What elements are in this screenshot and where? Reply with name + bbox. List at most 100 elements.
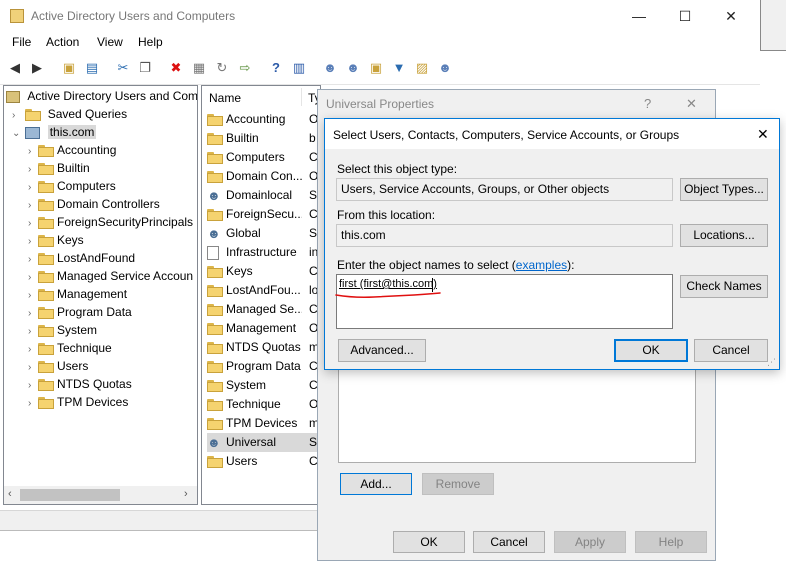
folder-icon — [38, 324, 54, 337]
tree-item[interactable]: › Program Data — [28, 303, 132, 321]
tree-item[interactable]: › Accounting — [28, 141, 116, 159]
list-item[interactable]: Accounting O — [207, 110, 318, 129]
resize-grip-icon[interactable]: ⋰ — [767, 357, 776, 368]
cancel-button[interactable]: Cancel — [694, 339, 768, 362]
tree-item[interactable]: › NTDS Quotas — [28, 375, 132, 393]
new-group-icon[interactable]: ☻ — [344, 59, 362, 77]
close-button[interactable]: ✕ — [708, 0, 754, 32]
list-item[interactable]: ☻ Universal S — [207, 433, 319, 452]
help-icon[interactable]: ? — [267, 59, 285, 77]
universal-ok-button[interactable]: OK — [393, 531, 465, 553]
export-list-icon[interactable]: ⇨ — [236, 59, 254, 77]
remove-button[interactable]: Remove — [422, 473, 494, 495]
list-item[interactable]: ForeignSecu... C — [207, 205, 318, 224]
delete-icon[interactable]: ✖ — [167, 59, 185, 77]
folder-icon — [207, 455, 223, 468]
properties-icon[interactable]: ▦ — [190, 59, 208, 77]
universal-help-button[interactable]: ? — [644, 96, 651, 111]
tree-item[interactable]: › Computers — [28, 177, 116, 195]
scroll-thumb[interactable] — [20, 489, 120, 501]
list-item[interactable]: Domain Con... O — [207, 167, 318, 186]
tree-item-label: Builtin — [57, 161, 90, 175]
tree-item[interactable]: › Builtin — [28, 159, 90, 177]
list-item[interactable]: Keys C — [207, 262, 318, 281]
tree-item-label: NTDS Quotas — [57, 377, 132, 391]
universal-close-button[interactable]: ✕ — [686, 96, 697, 112]
examples-link[interactable]: examples — [516, 258, 567, 272]
up-folder-icon[interactable]: ▣ — [60, 59, 78, 77]
list-item[interactable]: Technique O — [207, 395, 318, 414]
list-item[interactable]: ☻ Domainlocal S — [207, 186, 317, 205]
back-arrow-icon[interactable]: ◀ — [6, 59, 24, 77]
universal-apply-button[interactable]: Apply — [554, 531, 626, 553]
folder-icon — [207, 132, 223, 145]
show-action-pane-icon[interactable]: ▥ — [290, 59, 308, 77]
tree-item[interactable]: › TPM Devices — [28, 393, 128, 411]
folder-icon — [207, 398, 223, 411]
list-item[interactable]: Program Data C — [207, 357, 318, 376]
tree-root[interactable]: Active Directory Users and Com — [6, 87, 197, 105]
list-item[interactable]: LostAndFou... lo — [207, 281, 318, 300]
tree-horizontal-scrollbar[interactable]: ‹ › — [4, 486, 197, 504]
list-item[interactable]: Computers C — [207, 148, 318, 167]
tree-item[interactable]: › Keys — [28, 231, 84, 249]
list-item[interactable]: Managed Se... C — [207, 300, 318, 319]
tree-item[interactable]: › Managed Service Accoun — [28, 267, 193, 285]
tree-item[interactable]: › ForeignSecurityPrincipals — [28, 213, 193, 231]
menu-action[interactable]: Action — [46, 35, 79, 49]
advanced-button[interactable]: Advanced... — [338, 339, 426, 362]
folder-icon — [38, 252, 54, 265]
tree-pane[interactable]: Active Directory Users and Com › Saved Q… — [3, 85, 198, 505]
folder-icon — [207, 360, 223, 373]
tree-item[interactable]: › Users — [28, 357, 88, 375]
forward-arrow-icon[interactable]: ▶ — [28, 59, 46, 77]
menu-view[interactable]: View — [97, 35, 123, 49]
tree-item[interactable]: › Technique — [28, 339, 112, 357]
add-button[interactable]: Add... — [340, 473, 412, 495]
console-tree-icon[interactable]: ▤ — [83, 59, 101, 77]
check-names-button[interactable]: Check Names — [680, 275, 768, 298]
tree-item[interactable]: › LostAndFound — [28, 249, 135, 267]
object-types-button[interactable]: Object Types... — [680, 178, 768, 201]
background-window-edge — [760, 0, 786, 51]
new-user-icon[interactable]: ☻ — [321, 59, 339, 77]
new-ou-icon[interactable]: ▣ — [367, 59, 385, 77]
universal-help-action-button[interactable]: Help — [635, 531, 707, 553]
collapse-icon[interactable]: ⌄ — [12, 125, 22, 143]
list-item[interactable]: Builtin b — [207, 129, 316, 148]
add-to-group-icon[interactable]: ☻ — [436, 59, 454, 77]
list-item[interactable]: System C — [207, 376, 318, 395]
scroll-right-arrow-icon[interactable]: › — [184, 488, 188, 500]
minimize-button[interactable]: — — [616, 0, 662, 32]
locations-button[interactable]: Locations... — [680, 224, 768, 247]
list-item[interactable]: ☻ Global S — [207, 224, 317, 243]
cut-icon[interactable]: ✂ — [114, 59, 132, 77]
location-field: this.com — [336, 224, 673, 247]
filter-icon[interactable]: ▼ — [390, 59, 408, 77]
menu-help[interactable]: Help — [138, 35, 163, 49]
list-item[interactable]: NTDS Quotas m — [207, 338, 319, 357]
tree-item[interactable]: › Domain Controllers — [28, 195, 160, 213]
universal-cancel-button[interactable]: Cancel — [473, 531, 545, 553]
app-title: Active Directory Users and Computers — [31, 9, 236, 23]
scroll-left-arrow-icon[interactable]: ‹ — [8, 488, 12, 500]
list-item[interactable]: Users C — [207, 452, 318, 471]
copy-icon[interactable]: ❐ — [136, 59, 154, 77]
column-header-name[interactable]: Name — [209, 91, 241, 105]
ok-button[interactable]: OK — [614, 339, 688, 362]
select-dialog-title: Select Users, Contacts, Computers, Servi… — [333, 128, 680, 142]
maximize-button[interactable]: ☐ — [662, 0, 708, 32]
tree-item[interactable]: › System — [28, 321, 97, 339]
tree-item[interactable]: › Management — [28, 285, 127, 303]
tree-item-saved-queries[interactable]: › Saved Queries — [12, 105, 127, 123]
list-item[interactable]: Infrastructure in — [207, 243, 318, 262]
list-item-name: Technique — [226, 397, 281, 412]
tree-item-domain[interactable]: ⌄ this.com — [12, 123, 97, 143]
refresh-icon[interactable]: ↻ — [213, 59, 231, 77]
list-item[interactable]: Management O — [207, 319, 318, 338]
select-dialog-close-button[interactable]: ✕ — [757, 126, 769, 143]
find-icon[interactable]: ▨ — [413, 59, 431, 77]
expand-icon[interactable]: › — [28, 395, 38, 413]
menu-file[interactable]: File — [12, 35, 31, 49]
list-item[interactable]: TPM Devices m — [207, 414, 319, 433]
